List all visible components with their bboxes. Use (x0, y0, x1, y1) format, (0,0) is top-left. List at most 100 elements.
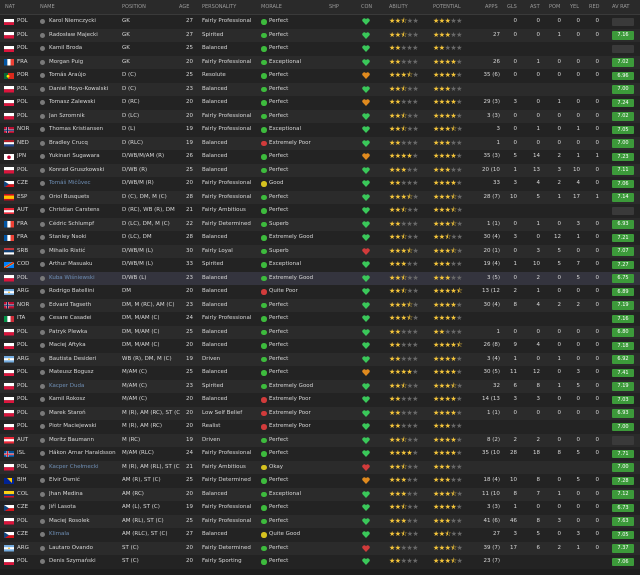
cell-name[interactable]: Christian Carstens (49, 204, 121, 218)
table-row[interactable]: POL Patryk Plewka DM, M/AM (C) 25 Balanced Pe… (0, 325, 640, 340)
cell-name[interactable]: Mateusz Bogusz (49, 366, 121, 380)
table-row[interactable]: POL Kacper Chełmecki M (R), AM (RL), ST (C… (0, 460, 640, 475)
cell-name[interactable]: Rodrigo Batellini (49, 285, 121, 299)
cell-name[interactable]: Moritz Baumann (49, 434, 121, 448)
table-row[interactable]: POL Jan Szromnik D (LC) 20 Fairly Profession… (0, 109, 640, 124)
col-av-rat[interactable]: AV RAT (612, 4, 629, 10)
table-row[interactable]: SRB Mihailo Ristić D/WB/M (L) 30 Fairly Loya… (0, 244, 640, 259)
table-row[interactable]: POL Kamil Rokosz M/AM (C) 20 Balanced Extreme… (0, 393, 640, 407)
col-red[interactable]: RED (589, 4, 599, 10)
table-row[interactable]: COL Jhan Medina AM (RC) 20 Balanced Exception… (0, 487, 640, 502)
table-row[interactable]: POL Tomasz Zalewski D (RC) 20 Balanced Perfec… (0, 96, 640, 110)
cell-name[interactable]: Edvard Tagseth (49, 299, 121, 313)
table-row[interactable]: AUT Moritz Baumann M (RC) 19 Driven Perfect 8 … (0, 433, 640, 448)
cell-name[interactable]: Piotr Maciejewski (49, 420, 121, 434)
col-yel[interactable]: YEL (570, 4, 579, 10)
col-position[interactable]: POSITION (122, 4, 146, 10)
col-con[interactable]: CON (361, 4, 372, 10)
table-row[interactable]: POL Radosław Majecki GK 27 Spirited Perfect 27… (0, 28, 640, 43)
cell-name[interactable]: Elvir Osmić (49, 474, 121, 488)
table-row[interactable]: JPN Yukinari Sugawara D/WB/M/AM (R) 26 Balan… (0, 150, 640, 164)
col-shp[interactable]: SHP (329, 4, 339, 10)
table-row[interactable]: FRA Cédric Schlumpf D (LC), DM, M (C) 22 Fai… (0, 217, 640, 232)
col-potential[interactable]: POTENTIAL (433, 4, 461, 10)
cell-name[interactable]: Bautista Desideri (49, 353, 121, 367)
table-row[interactable]: ARG Lautaro Ovando ST (C) 20 Fairly Determin… (0, 541, 640, 556)
cell-name[interactable]: Lautaro Ovando (49, 542, 121, 556)
table-row[interactable]: AUT Christian Carstens D (RC), WB (R), DM 2… (0, 204, 640, 218)
table-row[interactable]: ARG Bautista Desideri WB (R), DM, M (C) 19 D… (0, 352, 640, 367)
col-pom[interactable]: POM (549, 4, 560, 10)
col-gls[interactable]: GLS (507, 4, 517, 10)
col-apps[interactable]: APPS (485, 4, 498, 10)
table-row[interactable]: POL Daniel Hoyo-Kowalski D (C) 23 Balanced Pe… (0, 82, 640, 97)
table-row[interactable]: ITA Cesare Casadei DM, M/AM (C) 24 Fairly Pr… (0, 312, 640, 326)
table-row[interactable]: ISL Hákon Arnar Haraldsson M/AM (RLC) 24 Fai… (0, 447, 640, 461)
cell-name[interactable]: Hákon Arnar Haraldsson (49, 447, 121, 461)
cell-name[interactable]: Tomasz Zalewski (49, 96, 121, 110)
col-name[interactable]: NAME (40, 4, 55, 10)
cell-name[interactable]: Maciej Aftyka (49, 339, 121, 353)
table-row[interactable]: FRA Morgan Puig GK 20 Fairly Professional Exc… (0, 55, 640, 70)
cell-name[interactable]: Maciej Rosolek (49, 515, 121, 529)
cell-name[interactable]: Radosław Majecki (49, 29, 121, 43)
cell-name[interactable]: Morgan Puig (49, 56, 121, 70)
cell-name[interactable]: Daniel Hoyo-Kowalski (49, 83, 121, 97)
cell-name[interactable]: Jhan Medina (49, 488, 121, 502)
table-row[interactable]: POL Kuba Wiśniewski D/WB (L) 23 Balanced Extr… (0, 271, 640, 286)
cell-name[interactable]: Kacper Chełmecki (49, 461, 121, 475)
cell-name[interactable]: Denis Szymański (49, 555, 121, 569)
cell-nat: POR (17, 72, 29, 78)
table-row[interactable]: NED Bradley Crucq D (RLC) 19 Balanced Extreme… (0, 136, 640, 151)
col-morale[interactable]: MORALE (261, 4, 282, 10)
table-row[interactable]: ARG Rodrigo Batellini DM 20 Balanced Quite Po… (0, 285, 640, 299)
cell-name[interactable]: Yukinari Sugawara (49, 150, 121, 164)
table-row[interactable]: CZE Jiří Lasota AM (L), ST (C) 19 Fairly Pro… (0, 501, 640, 515)
cell-name[interactable]: Cédric Schlumpf (49, 218, 121, 232)
cell-name[interactable]: Tomás Araújo (49, 69, 121, 83)
table-row[interactable]: POR Tomás Araújo D (C) 25 Resolute Perfect 35 … (0, 69, 640, 83)
table-row[interactable]: NOR Thomas Kristiansen D (L) 19 Fairly Profe… (0, 123, 640, 137)
cell-name[interactable]: Kuba Wiśniewski (49, 272, 121, 286)
col-personality[interactable]: PERSONALITY (202, 4, 236, 10)
cell-name[interactable]: Jan Szromnik (49, 110, 121, 124)
table-row[interactable]: POL Kamil Broda GK 25 Balanced Perfect ★★★★★ ★★… (0, 42, 640, 56)
table-row[interactable]: CZE Klimala AM (RLC), ST (C) 27 Balanced Quit… (0, 528, 640, 542)
cell-name[interactable]: Kamil Broda (49, 42, 121, 56)
cell-name[interactable]: Kacper Duda (49, 380, 121, 394)
cell-name[interactable]: Cesare Casadei (49, 312, 121, 326)
table-row[interactable]: POL Piotr Maciejewski M (R), AM (RC) 20 Real… (0, 420, 640, 434)
col-age[interactable]: AGE (179, 4, 189, 10)
col-ability[interactable]: ABILITY (389, 4, 408, 10)
cell-name[interactable]: Jiří Lasota (49, 501, 121, 515)
table-row[interactable]: POL Kacper Duda M/AM (C) 23 Spirited Extremel… (0, 379, 640, 394)
cell-name[interactable]: Karol Niemczycki (49, 15, 121, 29)
cell-name[interactable]: Oriol Busquets (49, 191, 121, 205)
table-row[interactable]: ESP Oriol Busquets D (C), DM, M (C) 28 Fairl… (0, 190, 640, 205)
table-row[interactable]: POL Maciej Rosolek AM (RL), ST (C) 25 Fairly… (0, 514, 640, 529)
table-row[interactable]: BIH Elvir Osmić AM (R), ST (C) 25 Fairly Det… (0, 474, 640, 488)
table-row[interactable]: POL Maciej Aftyka DM, M/AM (C) 20 Balanced Pe… (0, 339, 640, 353)
cell-name[interactable]: Tomáš Mičůvec (49, 177, 121, 191)
table-row[interactable]: COD Arthur Masuaku D/WB/M (L) 33 Spirited Exc… (0, 258, 640, 272)
table-row[interactable]: CZE Tomáš Mičůvec D/WB/M (R) 20 Fairly Profe… (0, 177, 640, 191)
col-nat[interactable]: NAT (5, 4, 15, 10)
table-row[interactable]: POL Denis Szymański ST (C) 20 Fairly Sportin… (0, 555, 640, 569)
table-row[interactable]: POL Konrad Gruszkowski D/WB (R) 25 Balanced P… (0, 163, 640, 178)
table-row[interactable]: POL Marek Staroń M (R), AM (RC), ST (C) 20 L… (0, 406, 640, 421)
cell-name[interactable]: Bradley Crucq (49, 137, 121, 151)
table-row[interactable]: NOR Edvard Tagseth DM, M (RC), AM (C) 23 Bal… (0, 298, 640, 313)
table-row[interactable]: POL Karol Niemczycki GK 27 Fairly Profession… (0, 15, 640, 29)
cell-name[interactable]: Marek Staroń (49, 407, 121, 421)
cell-name[interactable]: Stanley Nsoki (49, 231, 121, 245)
table-row[interactable]: FRA Stanley Nsoki D (LC), DM 28 Balanced Extr… (0, 231, 640, 245)
table-row[interactable]: POL Mateusz Bogusz M/AM (C) 25 Balanced Perfe… (0, 366, 640, 380)
cell-name[interactable]: Mihailo Ristić (49, 245, 121, 259)
cell-name[interactable]: Patryk Plewka (49, 326, 121, 340)
cell-name[interactable]: Arthur Masuaku (49, 258, 121, 272)
cell-name[interactable]: Konrad Gruszkowski (49, 164, 121, 178)
col-ast[interactable]: AST (530, 4, 540, 10)
cell-name[interactable]: Thomas Kristiansen (49, 123, 121, 137)
cell-name[interactable]: Kamil Rokosz (49, 393, 121, 407)
cell-name[interactable]: Klimala (49, 528, 121, 542)
